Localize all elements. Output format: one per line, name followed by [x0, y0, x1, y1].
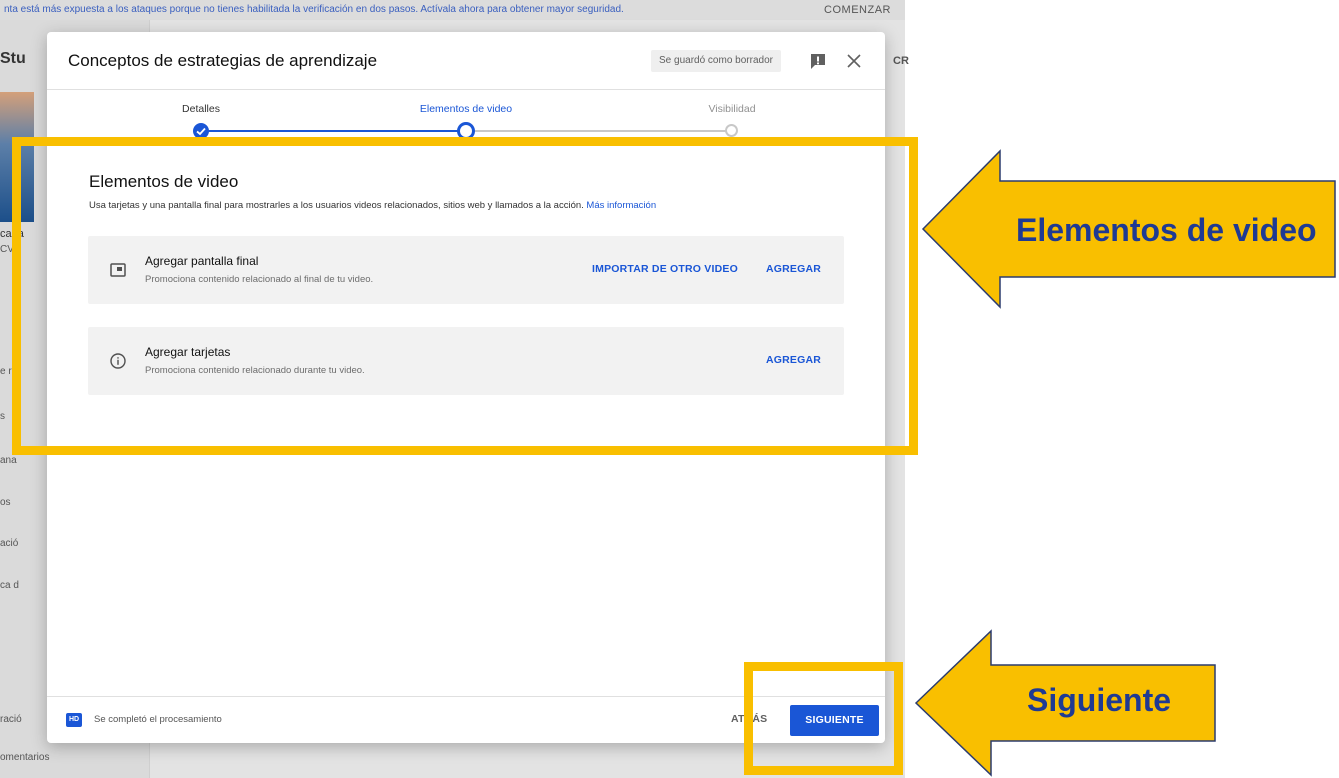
- hd-icon: HD: [66, 713, 82, 727]
- processing-status: Se completó el procesamiento: [94, 714, 222, 725]
- step-visibility-label[interactable]: Visibilidad: [708, 103, 755, 115]
- sidebar-fragment: ació: [0, 538, 19, 549]
- sidebar-fragment: ca d: [0, 580, 19, 591]
- sidebar-fragment: ració: [0, 714, 22, 725]
- security-banner: nta está más expuesta a los ataques porq…: [0, 0, 905, 20]
- security-banner-text: nta está más expuesta a los ataques porq…: [4, 4, 624, 15]
- background-logo-fragment: Stu: [0, 50, 26, 67]
- draft-status-badge: Se guardó como borrador: [651, 50, 781, 72]
- close-icon[interactable]: [844, 51, 864, 71]
- step-video-elements-label[interactable]: Elementos de video: [420, 103, 512, 115]
- background-create-fragment: CR: [893, 55, 909, 67]
- sidebar-fragment: ana: [0, 455, 17, 466]
- dialog-header: Conceptos de estrategias de aprendizaje …: [47, 32, 885, 90]
- sidebar-fragment: s: [0, 411, 5, 422]
- stepper-line-completed: [207, 130, 460, 132]
- sidebar-fragment: omentarios: [0, 752, 50, 763]
- next-button-highlight: [744, 662, 903, 775]
- step-details-label[interactable]: Detalles: [182, 103, 220, 115]
- sidebar-fragment: os: [0, 497, 11, 508]
- step-visibility-dot[interactable]: [725, 124, 738, 137]
- dialog-title: Conceptos de estrategias de aprendizaje: [68, 51, 378, 70]
- next-annotation-label: Siguiente: [1027, 682, 1172, 718]
- stepper-line-pending: [472, 130, 726, 132]
- feedback-icon[interactable]: [808, 51, 828, 71]
- video-elements-annotation-label: Elementos de video: [1016, 212, 1317, 248]
- video-elements-highlight: [12, 137, 918, 455]
- screenshot-stage: nta está más expuesta a los ataques porq…: [0, 0, 1339, 778]
- security-banner-cta[interactable]: COMENZAR: [824, 0, 891, 20]
